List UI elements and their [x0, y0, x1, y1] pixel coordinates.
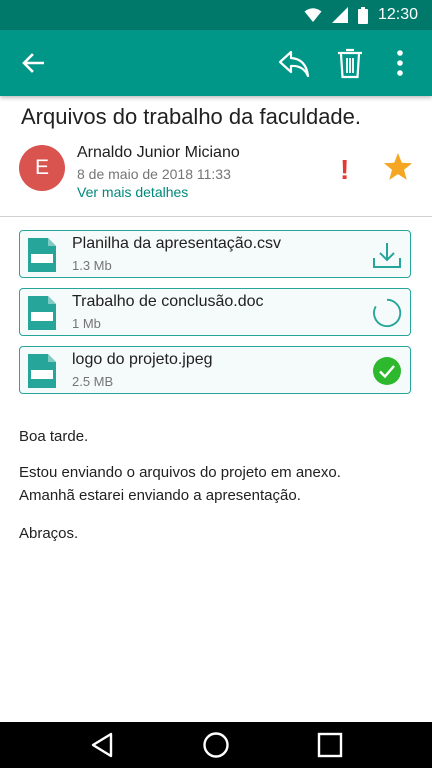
- wifi-icon: [304, 8, 322, 22]
- loading-spinner-icon: [373, 298, 402, 328]
- reply-button[interactable]: [270, 30, 318, 96]
- attachment-name: Trabalho de conclusão.doc: [72, 293, 264, 310]
- download-button[interactable]: [372, 240, 402, 270]
- navigation-bar: [0, 722, 432, 768]
- back-button[interactable]: [8, 30, 58, 96]
- trash-icon: [338, 48, 362, 79]
- avatar[interactable]: E: [19, 145, 65, 191]
- star-icon: [383, 153, 413, 180]
- email-subject: Arquivos do trabalho da faculdade.: [21, 104, 362, 129]
- attachment-name: Planilha da apresentação.csv: [72, 235, 282, 252]
- attachment-size: 1.3 Mb: [72, 258, 112, 273]
- more-vert-icon: [397, 50, 403, 76]
- loading-indicator: [372, 298, 402, 328]
- body-greeting: Boa tarde.: [19, 428, 89, 445]
- nav-home-button[interactable]: [186, 722, 246, 768]
- app-bar: [0, 30, 432, 96]
- star-button[interactable]: [382, 152, 414, 187]
- nav-recents-button[interactable]: [300, 722, 360, 768]
- status-bar: 12:30: [0, 0, 432, 30]
- file-icon: [28, 296, 56, 330]
- header-divider: [0, 216, 432, 217]
- check-circle-icon: [373, 357, 401, 385]
- attachment-size: 1 Mb: [72, 316, 101, 331]
- attachment-item[interactable]: logo do projeto.jpeg 2.5 MB: [19, 346, 411, 394]
- back-triangle-icon: [91, 732, 113, 758]
- recents-square-icon: [317, 732, 343, 758]
- body-closing: Abraços.: [19, 525, 79, 542]
- reply-icon: [278, 50, 310, 78]
- home-circle-icon: [203, 732, 229, 758]
- delete-button[interactable]: [328, 30, 372, 96]
- attachment-item[interactable]: Planilha da apresentação.csv 1.3 Mb: [19, 230, 411, 278]
- see-more-details-link[interactable]: Ver mais detalhes: [77, 184, 188, 200]
- attachment-name: logo do projeto.jpeg: [72, 351, 213, 368]
- file-icon: [28, 238, 56, 272]
- battery-icon: [357, 6, 368, 24]
- status-time: 12:30: [377, 6, 418, 23]
- status-icons: 12:30: [304, 6, 418, 24]
- sender-name: Arnaldo Junior Miciano: [77, 144, 240, 161]
- attachment-item[interactable]: Trabalho de conclusão.doc 1 Mb: [19, 288, 411, 336]
- download-complete-indicator: [372, 356, 402, 386]
- email-date: 8 de maio de 2018 11:33: [77, 166, 231, 182]
- nav-back-button[interactable]: [72, 722, 132, 768]
- body-line-2: Amanhã estarei enviando a apresentação.: [19, 487, 301, 504]
- more-options-button[interactable]: [380, 30, 420, 96]
- attachment-size: 2.5 MB: [72, 374, 114, 389]
- avatar-letter: E: [34, 156, 49, 179]
- arrow-left-icon: [22, 53, 44, 73]
- download-icon: [373, 243, 401, 268]
- signal-icon: [331, 7, 348, 23]
- important-marker[interactable]: !: [340, 155, 349, 185]
- file-icon: [28, 354, 56, 388]
- body-line-1: Estou enviando o arquivos do projeto em …: [19, 464, 341, 481]
